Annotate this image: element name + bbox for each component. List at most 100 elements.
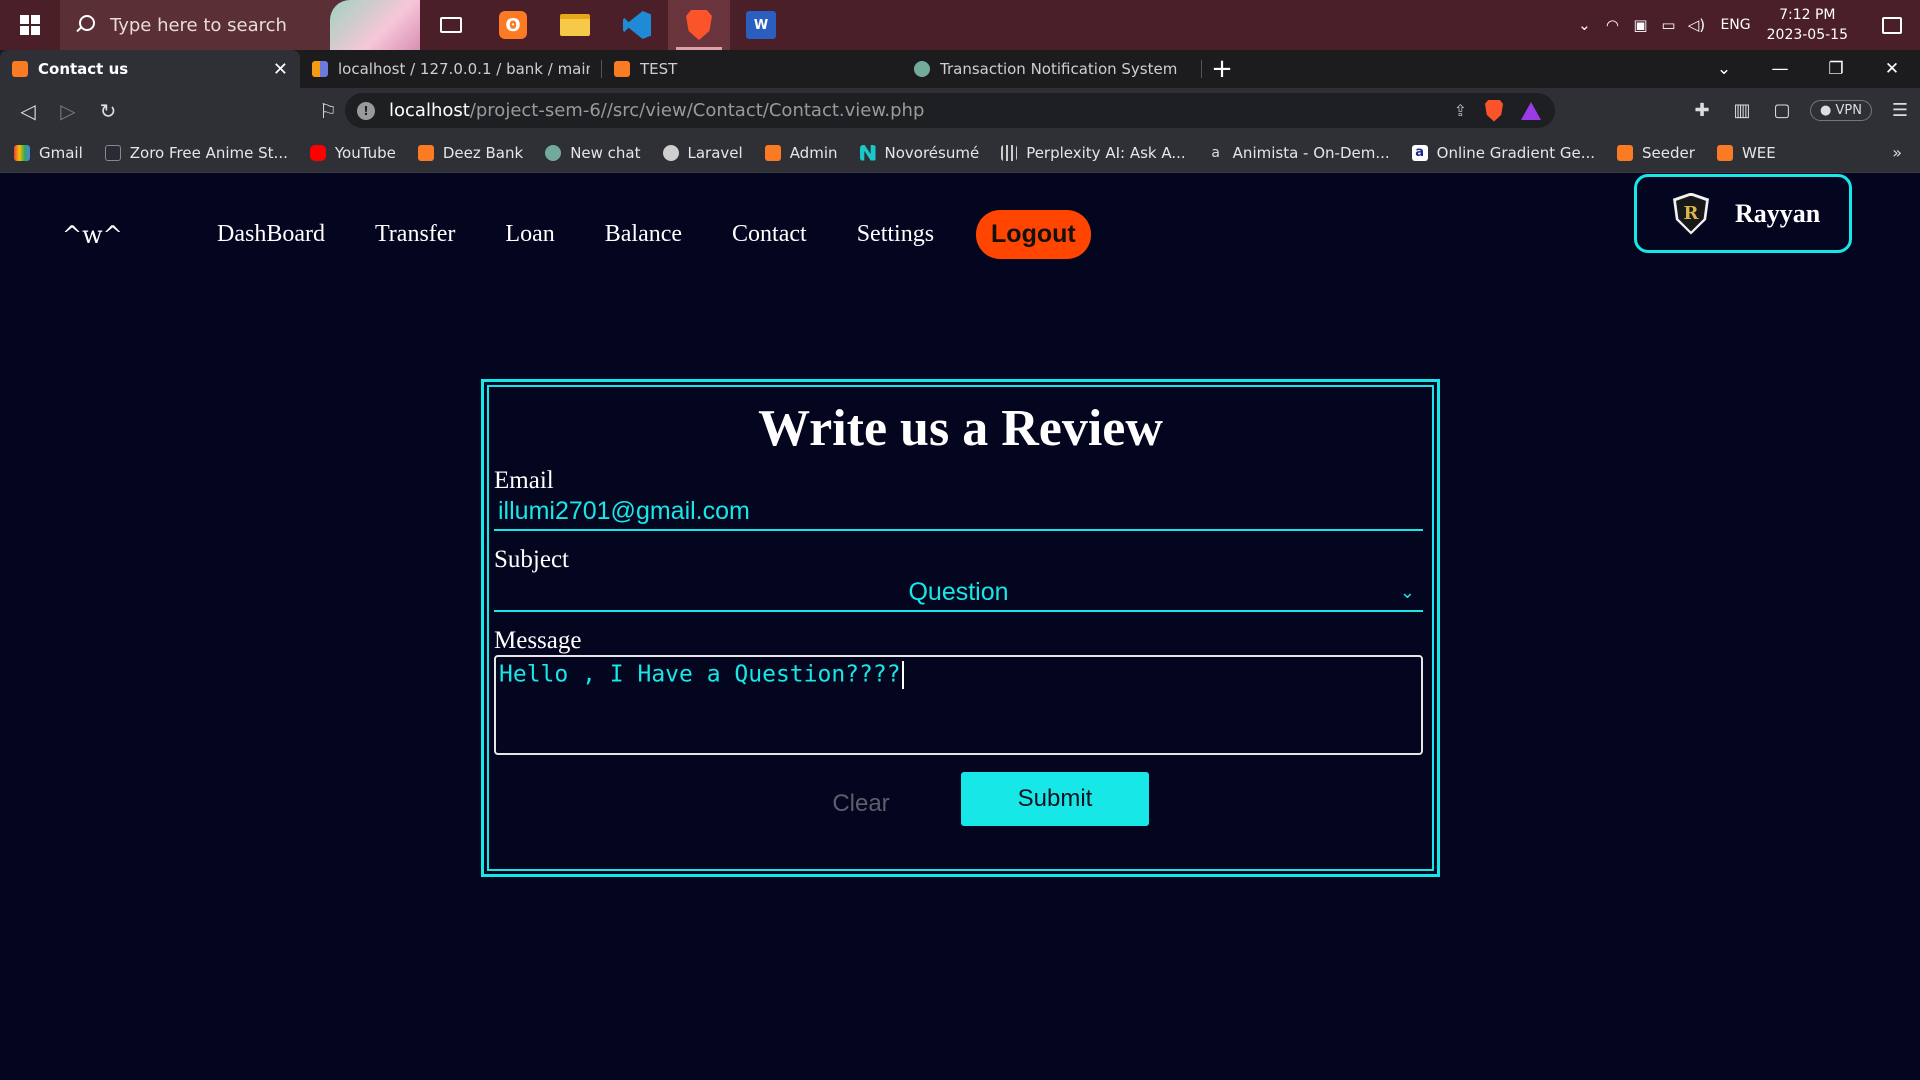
- tab-label: Transaction Notification System: [940, 60, 1178, 78]
- volume-icon[interactable]: ◁): [1685, 14, 1707, 36]
- vpn-label: VPN: [1835, 103, 1862, 118]
- bookmark-label: Laravel: [687, 143, 743, 162]
- menu-icon[interactable]: ☰: [1880, 100, 1920, 121]
- windows-icon: [20, 15, 40, 35]
- taskbar-search[interactable]: Type here to search: [60, 0, 420, 50]
- zoro-icon: [104, 144, 121, 161]
- xampp-icon: [417, 144, 434, 161]
- bookmark-seeder[interactable]: Seeder: [1617, 144, 1695, 162]
- forward-icon[interactable]: ▷: [48, 99, 88, 123]
- bookmark-novoresume[interactable]: Novorésumé: [859, 144, 979, 162]
- bookmark-laravel[interactable]: Laravel: [662, 143, 743, 162]
- subject-selected-value: Question: [908, 578, 1009, 606]
- battery-icon[interactable]: ▭: [1657, 14, 1679, 36]
- clock[interactable]: 7:12 PM 2023-05-15: [1767, 5, 1848, 45]
- gmail-icon: [14, 144, 30, 161]
- window-controls: ⌄ — ❐ ✕: [1696, 50, 1920, 88]
- bookmark-wee[interactable]: WEE: [1716, 143, 1776, 162]
- bookmark-label: Gmail: [39, 143, 83, 162]
- bookmark-youtube[interactable]: YouTube: [309, 144, 396, 162]
- language-indicator[interactable]: ENG: [1720, 17, 1750, 33]
- clear-button[interactable]: Clear: [811, 777, 911, 831]
- email-label: Email: [494, 467, 554, 494]
- bookmark-label: New chat: [570, 143, 641, 162]
- minimize-button[interactable]: —: [1752, 59, 1808, 79]
- bookmark-icon[interactable]: ⚐: [308, 99, 348, 123]
- url-field[interactable]: ! localhost/project-sem-6//src/view/Cont…: [345, 93, 1555, 128]
- xampp-icon: ʘ: [499, 11, 527, 39]
- xampp-favicon-icon: [12, 61, 28, 77]
- wifi-icon[interactable]: ◠: [1601, 14, 1623, 36]
- message-textarea[interactable]: Hello , I Have a Question????: [494, 655, 1423, 755]
- task-view-button[interactable]: [420, 0, 482, 50]
- chatgpt-favicon-icon: [914, 61, 930, 77]
- nav-link-transfer[interactable]: Transfer: [375, 221, 455, 248]
- tab-transaction-notification[interactable]: Transaction Notification System: [902, 50, 1202, 88]
- animista-icon: a: [1211, 144, 1220, 161]
- new-tab-button[interactable]: +: [1202, 50, 1242, 88]
- taskbar-app-xampp[interactable]: ʘ: [482, 0, 544, 50]
- brave-shields-icon[interactable]: [1485, 99, 1503, 122]
- notifications-button[interactable]: [1864, 0, 1920, 50]
- tab-search-chevron-icon[interactable]: ⌄: [1696, 59, 1752, 79]
- user-name: Rayyan: [1735, 198, 1821, 228]
- brave-rewards-icon[interactable]: [1521, 101, 1541, 120]
- shield-icon: R: [1673, 192, 1709, 235]
- brave-icon: [686, 10, 712, 40]
- restore-button[interactable]: ❐: [1808, 59, 1864, 79]
- extensions-icon[interactable]: ✚: [1682, 100, 1722, 121]
- close-icon[interactable]: ✕: [273, 59, 288, 80]
- bookmark-admin[interactable]: Admin: [764, 144, 838, 162]
- subject-select[interactable]: Question ⌄: [494, 575, 1423, 612]
- bookmark-new-chat[interactable]: New chat: [545, 143, 641, 162]
- lotus-highlight-image: [330, 0, 420, 50]
- windows-taskbar: Type here to search ʘ W ⌄ ◠ ▣ ▭ ◁) ENG 7…: [0, 0, 1920, 50]
- reload-icon[interactable]: ↻: [88, 99, 128, 123]
- message-label: Message: [494, 627, 582, 654]
- meet-now-icon[interactable]: ▣: [1629, 14, 1651, 36]
- bookmark-gmail[interactable]: Gmail: [14, 144, 83, 162]
- bookmark-animista[interactable]: a Animista - On-Dem...: [1208, 143, 1390, 162]
- url-path: /project-sem-6//src/view/Contact/Contact…: [469, 100, 925, 121]
- bookmark-label: Animista - On-Dem...: [1232, 143, 1390, 162]
- bookmark-zoro[interactable]: Zoro Free Anime St...: [104, 144, 288, 162]
- nav-link-dashboard[interactable]: DashBoard: [217, 221, 325, 248]
- form-title: Write us a Review: [758, 400, 1163, 457]
- nav-link-settings[interactable]: Settings: [857, 221, 934, 248]
- taskbar-app-brave[interactable]: [668, 0, 730, 50]
- tab-contact-us[interactable]: Contact us ✕: [0, 50, 300, 88]
- bookmark-perplexity[interactable]: Perplexity AI: Ask A...: [1001, 143, 1186, 162]
- chatgpt-icon: [545, 144, 562, 161]
- close-window-button[interactable]: ✕: [1864, 59, 1920, 79]
- start-button[interactable]: [0, 0, 60, 50]
- tab-test[interactable]: TEST: [602, 50, 902, 88]
- submit-button[interactable]: Submit: [961, 772, 1149, 826]
- site-logo[interactable]: ^w^: [62, 221, 123, 249]
- nav-link-loan[interactable]: Loan: [505, 221, 554, 248]
- word-icon: W: [746, 11, 776, 39]
- chevron-down-icon: ⌄: [1399, 582, 1415, 602]
- share-icon[interactable]: ⇪: [1454, 101, 1467, 120]
- chevron-up-icon[interactable]: ⌄: [1573, 14, 1595, 36]
- taskbar-app-vscode[interactable]: [606, 0, 668, 50]
- tab-phpmyadmin[interactable]: localhost / 127.0.0.1 / bank / main | ph: [300, 50, 602, 88]
- bookmark-label: WEE: [1741, 143, 1776, 162]
- nav-link-contact[interactable]: Contact: [732, 221, 807, 248]
- vpn-button[interactable]: ● VPN: [1810, 100, 1872, 121]
- taskbar-app-word[interactable]: W: [730, 0, 792, 50]
- bookmark-deez-bank[interactable]: Deez Bank: [417, 144, 523, 162]
- site-info-icon[interactable]: !: [357, 101, 375, 120]
- user-profile-card[interactable]: R Rayyan: [1634, 174, 1852, 253]
- taskbar-app-file-explorer[interactable]: [544, 0, 606, 50]
- back-icon[interactable]: ◁: [8, 99, 48, 123]
- sidebar-icon[interactable]: ▥: [1722, 100, 1762, 121]
- email-field[interactable]: illumi2701@gmail.com: [494, 495, 1423, 531]
- bookmark-label: Perplexity AI: Ask A...: [1026, 143, 1186, 162]
- wallet-icon[interactable]: ▢: [1762, 100, 1802, 121]
- more-bookmarks-icon[interactable]: »: [1892, 143, 1902, 162]
- nav-link-balance[interactable]: Balance: [605, 221, 682, 248]
- search-icon: [74, 14, 96, 36]
- bookmark-gradient[interactable]: a Online Gradient Ge...: [1411, 144, 1595, 162]
- url-host: localhost: [389, 100, 470, 121]
- logout-button[interactable]: Logout: [976, 210, 1091, 259]
